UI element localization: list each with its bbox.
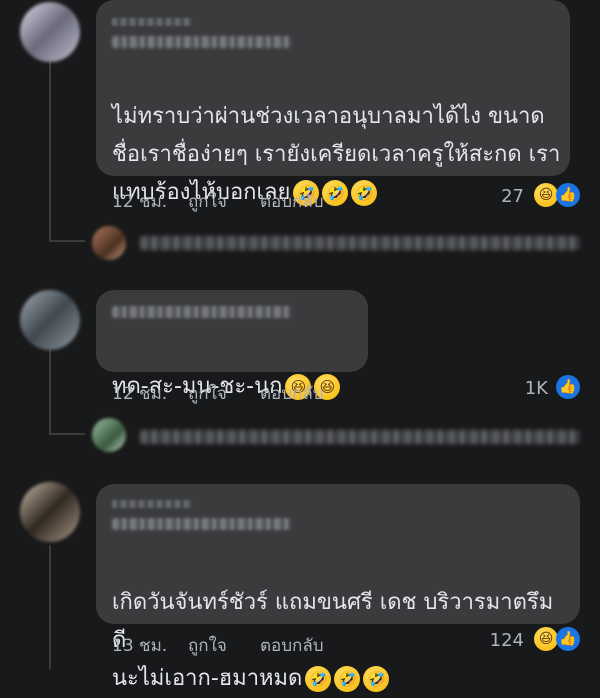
reply-avatar[interactable] [92, 418, 126, 452]
timestamp[interactable]: 12 ชม. [112, 380, 167, 407]
thread-line [49, 350, 51, 435]
haha-icon[interactable]: 😆 [534, 627, 558, 651]
reply-button[interactable]: ตอบกลับ [260, 380, 324, 407]
like-button[interactable]: ถูกใจ [188, 188, 227, 215]
blurred-commenter-name[interactable] [112, 36, 292, 48]
like-icon[interactable]: 👍 [556, 627, 580, 651]
avatar[interactable] [20, 482, 80, 542]
thread-line [49, 545, 51, 669]
avatar[interactable] [20, 290, 80, 350]
rofl-emoji-icon: 🤣 [305, 666, 332, 692]
timestamp[interactable]: 13 ชม. [112, 632, 167, 659]
haha-icon[interactable]: 😆 [534, 183, 558, 207]
comment-meta: 13 ชม. ถูกใจ ตอบกลับ [112, 632, 412, 656]
reply-button[interactable]: ตอบกลับ [260, 632, 324, 659]
blurred-reply-preview[interactable] [140, 236, 580, 250]
reply-avatar[interactable] [92, 226, 126, 260]
blurred-commenter-badge [112, 18, 192, 26]
like-button[interactable]: ถูกใจ [188, 632, 227, 659]
blurred-reply-preview[interactable] [140, 430, 580, 444]
reaction-count[interactable]: 1K [500, 378, 548, 399]
comment-meta: 12 ชม. ถูกใจ ตอบกลับ [112, 380, 412, 404]
avatar[interactable] [20, 2, 80, 62]
thread-line [49, 62, 51, 242]
timestamp[interactable]: 12 ชม. [112, 188, 167, 215]
thread-line [49, 240, 85, 242]
rofl-emoji-icon: 🤣 [334, 666, 361, 692]
comment-text: เกิดวันจันทร์ชัวร์ แถมขนศรี เดช บริวารมา… [112, 590, 554, 692]
blurred-commenter-badge [112, 500, 192, 508]
comment-meta: 12 ชม. ถูกใจ ตอบกลับ [112, 188, 412, 212]
reply-button[interactable]: ตอบกลับ [260, 188, 324, 215]
like-icon[interactable]: 👍 [556, 375, 580, 399]
reaction-count[interactable]: 27 [480, 186, 524, 207]
reaction-count[interactable]: 124 [470, 630, 524, 651]
rofl-emoji-icon: 🤣 [363, 666, 390, 692]
like-button[interactable]: ถูกใจ [188, 380, 227, 407]
blurred-commenter-name[interactable] [112, 306, 292, 318]
thread-line [49, 433, 85, 435]
like-icon[interactable]: 👍 [556, 183, 580, 207]
blurred-commenter-name[interactable] [112, 518, 292, 530]
